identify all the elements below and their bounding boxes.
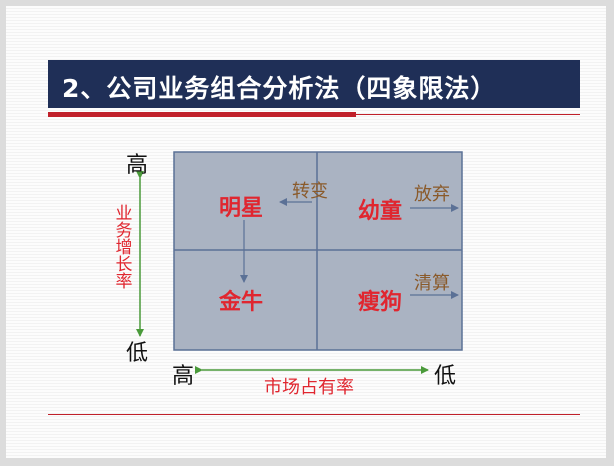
y-axis-title: 业务增长率 bbox=[115, 204, 133, 292]
slide: 2、公司业务组合分析法（四象限法） 高 业务增长率 低 高 市场占有率 低 明星… bbox=[6, 6, 606, 458]
transition-label-abandon: 放弃 bbox=[414, 184, 450, 205]
quadrant-cashcow: 金牛 bbox=[219, 290, 264, 315]
quadrant-star: 明星 bbox=[219, 196, 264, 221]
footer-rule bbox=[48, 414, 580, 415]
transition-label-change: 转变 bbox=[292, 181, 328, 202]
y-axis-high-label: 高 bbox=[126, 153, 149, 178]
x-axis-title: 市场占有率 bbox=[264, 377, 354, 398]
x-axis-high-label: 高 bbox=[172, 364, 195, 389]
x-axis-low-label: 低 bbox=[434, 364, 457, 389]
y-axis-low-label: 低 bbox=[126, 341, 149, 366]
transition-label-liquidate: 清算 bbox=[414, 273, 450, 294]
quadrant-youth: 幼童 bbox=[358, 199, 403, 224]
quadrant-dog: 瘦狗 bbox=[358, 290, 403, 315]
